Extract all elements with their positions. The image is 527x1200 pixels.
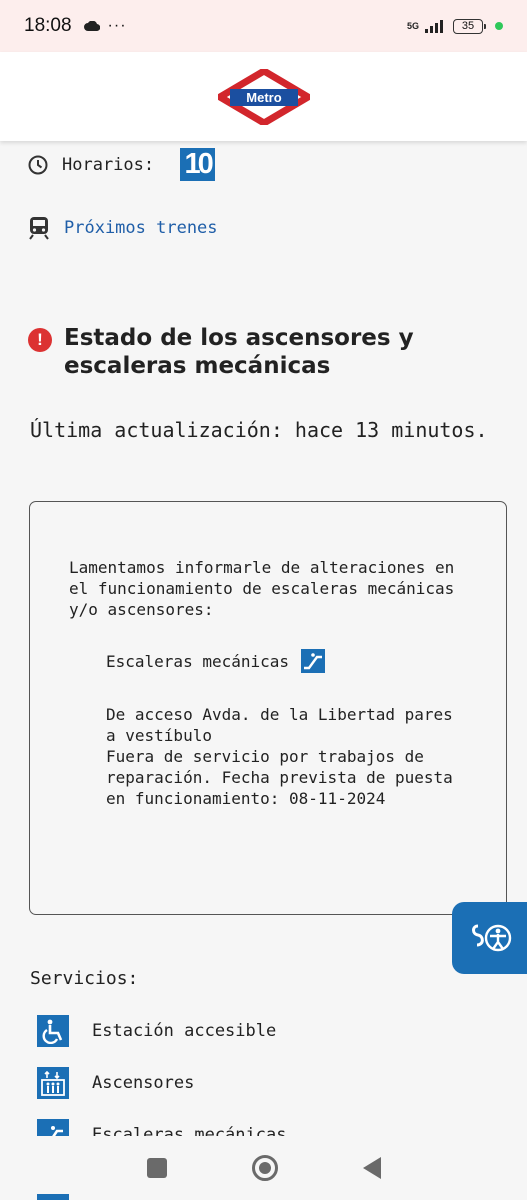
notice-detail-status: Fuera de servicio por trabajos de repara… [106, 747, 453, 808]
horarios-row: Horarios: 10 [28, 148, 216, 181]
battery-level: 35 [461, 20, 475, 32]
status-bar: 18:08 ··· 5G 35 [0, 0, 527, 52]
privacy-indicator-dot [495, 22, 503, 30]
alert-icon: ! [28, 328, 52, 352]
battery-icon: 35 [453, 18, 486, 34]
status-more: ··· [107, 17, 127, 34]
clock-icon [28, 155, 48, 174]
status-time: 18:08 [24, 15, 72, 36]
horarios-label: Horarios: [62, 154, 155, 175]
incident-notice-box: Lamentamos informarle de alteraciones en… [29, 501, 507, 915]
escalator-icon [37, 1119, 69, 1136]
servicios-title: Servicios: [30, 968, 139, 989]
estado-title: Estado de los ascensores y escaleras mec… [64, 325, 414, 379]
notice-intro: Lamentamos informarle de alteraciones en… [69, 558, 455, 619]
service-item: Estación accesible [37, 1015, 276, 1047]
escalator-icon [301, 649, 326, 673]
system-navigation-bar [0, 1136, 527, 1200]
service-item: Ascensores [37, 1067, 194, 1099]
cloud-icon [83, 21, 100, 31]
notice-category: Escaleras mecánicas [106, 649, 326, 673]
service-label: Estación accesible [92, 1021, 277, 1041]
network-indicator: 5G [406, 20, 419, 31]
proximos-trenes-label: Próximos trenes [64, 218, 218, 238]
notice-category-label: Escaleras mecánicas [106, 651, 290, 671]
service-label: Escaleras mecánicas [92, 1125, 287, 1136]
network-type: 5G [406, 20, 419, 31]
wheelchair-icon [37, 1015, 69, 1047]
back-button[interactable] [362, 1157, 381, 1179]
accessibility-icon [471, 924, 511, 952]
notice-detail: De acceso Avda. de la Libertad pares a v… [106, 704, 466, 809]
accessibility-button[interactable] [452, 902, 527, 974]
service-label: Ascensores [92, 1073, 195, 1093]
logo-text: Metro [246, 90, 281, 105]
signal-icon [425, 20, 443, 33]
line-badge[interactable]: 10 [180, 148, 216, 181]
recents-button[interactable] [146, 1158, 167, 1178]
metro-logo[interactable]: Metro [217, 68, 310, 125]
proximos-trenes-link[interactable]: Próximos trenes [28, 216, 218, 240]
home-button[interactable] [251, 1155, 278, 1181]
app-header: Metro [0, 52, 527, 141]
notice-detail-location: De acceso Avda. de la Libertad pares a v… [106, 705, 453, 745]
service-item: Escaleras mecánicas [37, 1119, 286, 1136]
last-update-text: Última actualización: hace 13 minutos. [30, 418, 488, 442]
elevator-icon [37, 1067, 69, 1099]
train-icon [29, 217, 49, 240]
service-icon-partial [37, 1194, 69, 1200]
